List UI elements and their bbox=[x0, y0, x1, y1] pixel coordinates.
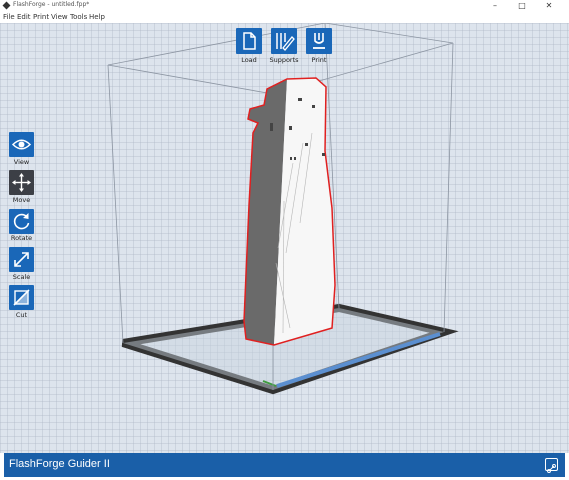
cut-icon bbox=[13, 289, 30, 306]
load-button[interactable] bbox=[236, 28, 262, 54]
menu-help[interactable]: Help bbox=[89, 13, 105, 21]
printer-name[interactable]: FlashForge Guider II bbox=[9, 458, 110, 470]
title-bar: FlashForge - untitled.fpp* – □ ✕ bbox=[0, 0, 569, 12]
print-button[interactable] bbox=[306, 28, 332, 54]
minimize-button[interactable]: – bbox=[484, 0, 506, 12]
app-icon bbox=[2, 1, 11, 10]
move-button[interactable] bbox=[9, 170, 34, 195]
load-label: Load bbox=[241, 56, 257, 64]
3d-viewport[interactable]: Load Supports Print View Move Rotate Sca… bbox=[0, 23, 569, 453]
move-icon bbox=[12, 173, 31, 192]
view-label: View bbox=[13, 158, 30, 166]
rotate-button[interactable] bbox=[9, 209, 34, 234]
maximize-button[interactable]: □ bbox=[511, 0, 533, 12]
view-button[interactable] bbox=[9, 132, 34, 157]
build-volume-scene[interactable] bbox=[0, 23, 569, 453]
file-icon bbox=[243, 32, 256, 50]
window-title: FlashForge - untitled.fpp* bbox=[13, 1, 90, 8]
scale-icon bbox=[14, 252, 29, 267]
connect-printer-button[interactable] bbox=[545, 458, 558, 473]
menu-tools[interactable]: Tools bbox=[70, 13, 87, 21]
scale-button[interactable] bbox=[9, 247, 34, 272]
supports-icon bbox=[276, 33, 295, 51]
supports-label: Supports bbox=[269, 56, 299, 64]
cut-label: Cut bbox=[15, 311, 28, 319]
supports-button[interactable] bbox=[271, 28, 297, 54]
printer-status-panel: FlashForge Guider II bbox=[4, 453, 565, 477]
menu-print[interactable]: Print bbox=[33, 13, 49, 21]
scale-label: Scale bbox=[12, 273, 31, 281]
cut-button[interactable] bbox=[9, 285, 34, 310]
menu-edit[interactable]: Edit bbox=[17, 13, 31, 21]
print-icon bbox=[313, 33, 325, 49]
menu-bar: File Edit Print View Tools Help bbox=[0, 12, 569, 23]
menu-file[interactable]: File bbox=[3, 13, 15, 21]
move-label: Move bbox=[12, 196, 31, 204]
print-label: Print bbox=[311, 56, 327, 64]
close-button[interactable]: ✕ bbox=[538, 0, 560, 12]
status-bar: FlashForge Guider II bbox=[0, 453, 569, 480]
rotate-icon bbox=[13, 213, 30, 230]
link-icon bbox=[547, 464, 556, 473]
rotate-label: Rotate bbox=[10, 234, 33, 242]
menu-view[interactable]: View bbox=[51, 13, 68, 21]
eye-icon bbox=[11, 139, 32, 150]
